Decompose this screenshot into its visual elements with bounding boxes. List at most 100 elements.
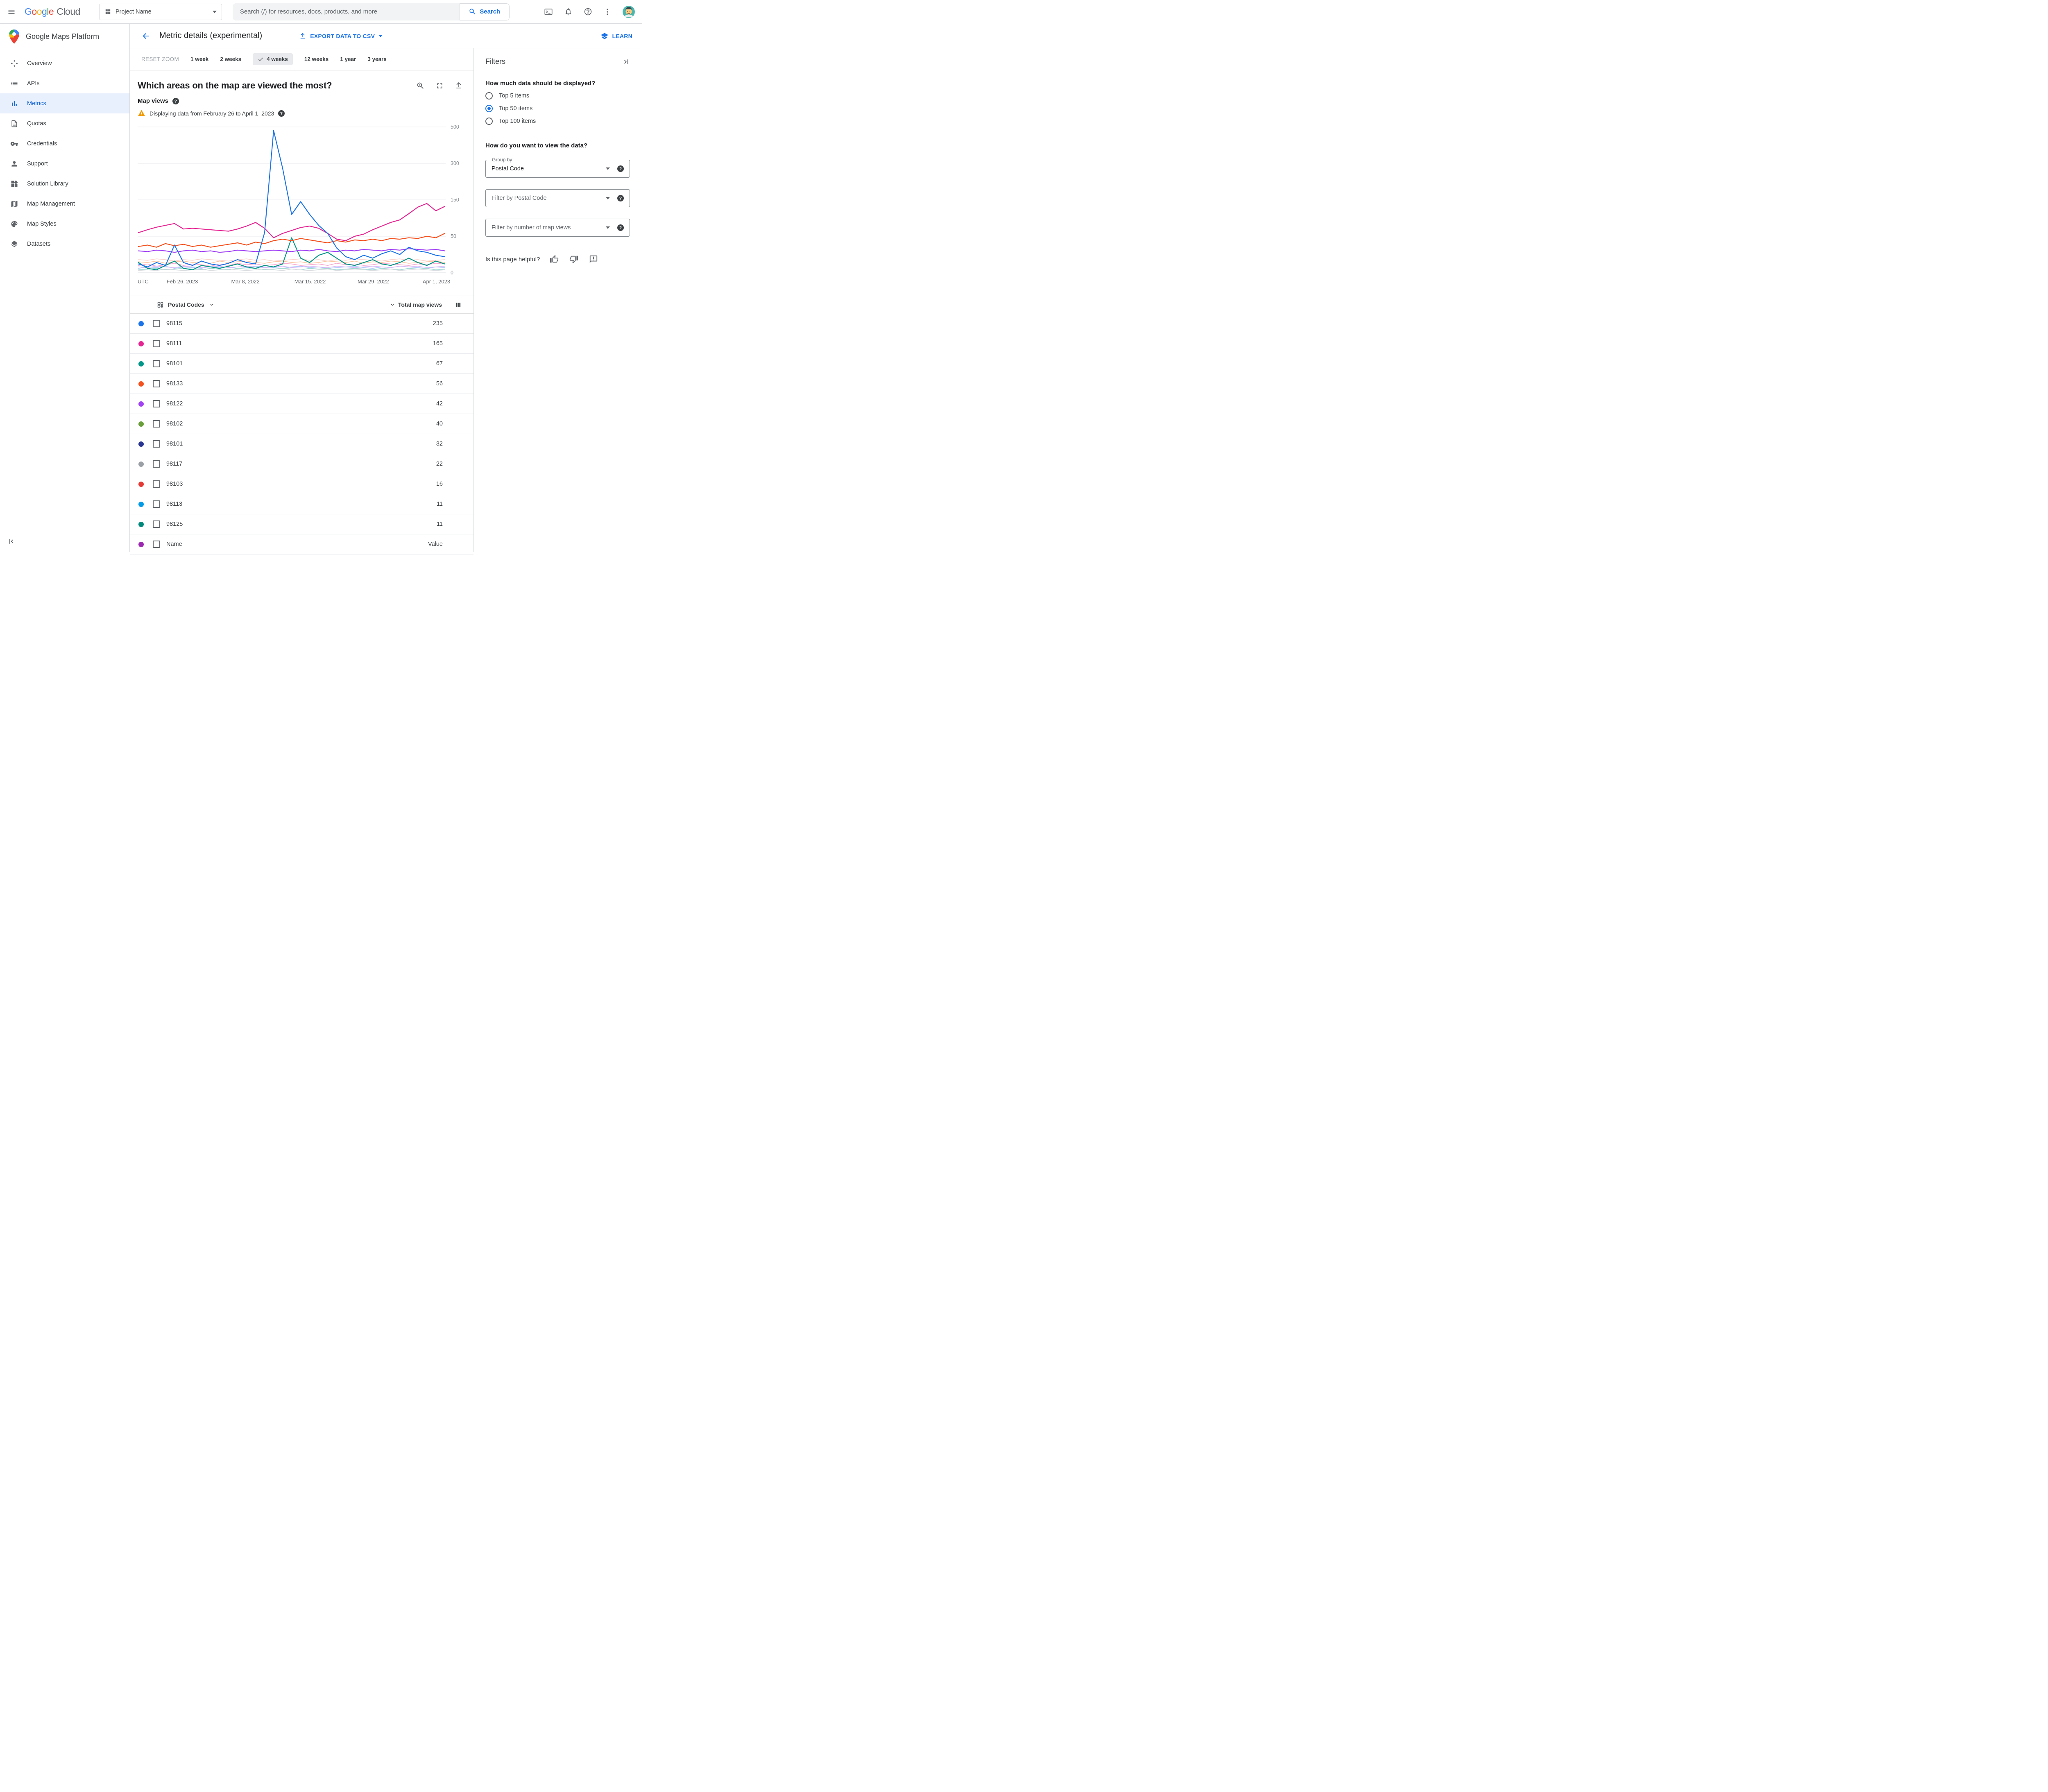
map-views-cell: 56 [436,380,443,387]
row-checkbox[interactable] [153,420,160,428]
project-selector[interactable]: Project Name [99,3,222,20]
sidebar-item-datasets[interactable]: Datasets [0,234,129,254]
zoom-option-12-weeks[interactable]: 12 weeks [304,56,328,62]
postal-filter-help-icon[interactable]: ? [617,195,624,201]
map-views-filter-select[interactable]: Filter by number of map views ? [485,219,630,237]
zoom-option-3-years[interactable]: 3 years [367,56,387,62]
row-checkbox[interactable] [153,400,160,407]
map-views-cell: 40 [436,421,443,427]
row-checkbox[interactable] [153,360,160,367]
radio-option-top-5-items[interactable]: Top 5 items [485,89,630,102]
search-input[interactable] [232,3,460,20]
map-views-cell: 165 [433,340,443,347]
sidebar-item-overview[interactable]: Overview [0,53,129,73]
cloud-shell-button[interactable] [544,7,553,16]
chart-export-button[interactable] [455,81,463,90]
hamburger-menu-button[interactable] [7,8,16,16]
reset-zoom-button[interactable]: RESET ZOOM [141,56,179,62]
table-row: 98122 42 [130,394,473,414]
collapse-filters-button[interactable] [622,58,630,66]
series-color-dot [138,401,144,407]
group-by-select[interactable]: Group by Postal Code ? [485,157,630,178]
collapse-sidebar-button[interactable] [7,537,16,545]
sidebar-item-map-management[interactable]: Map Management [0,194,129,214]
warning-text: Displaying data from February 26 to Apri… [150,110,274,117]
notifications-button[interactable] [564,7,573,16]
row-checkbox[interactable] [153,460,160,468]
thumb-down-button[interactable] [569,255,578,264]
postal-code-cell: 98115 [166,320,183,327]
thumb-up-button[interactable] [550,255,559,264]
sidebar-item-apis[interactable]: APIs [0,73,129,93]
sort-column-header[interactable]: Total map views [389,301,442,308]
send-feedback-button[interactable] [589,255,598,264]
zoom-option-4-weeks[interactable]: 4 weeks [253,53,293,65]
chart-svg[interactable] [138,121,446,276]
radio-icon[interactable] [485,92,493,100]
group-by-label: Group by [490,157,514,163]
y-axis-tick: 0 [451,270,453,276]
chart-zoom-button[interactable] [416,81,425,90]
line-chart: 0 50 150 300 500 [138,121,463,277]
row-checkbox[interactable] [153,541,160,548]
search-button[interactable]: Search [459,3,510,20]
zoom-option-1-year[interactable]: 1 year [340,56,356,62]
table-row: 98103 16 [130,474,473,494]
sidebar-item-quotas[interactable]: Quotas [0,113,129,133]
upload-icon [456,82,461,88]
help-icon [584,8,592,16]
sidebar-item-map-styles[interactable]: Map Styles [0,214,129,234]
sidebar-item-credentials[interactable]: Credentials [0,133,129,154]
radio-icon[interactable] [485,117,493,125]
row-checkbox[interactable] [153,320,160,327]
product-title: Google Maps Platform [26,32,100,41]
filters-panel: Filters How much data should be displaye… [473,48,642,552]
row-checkbox[interactable] [153,340,160,347]
zoom-option-1-week[interactable]: 1 week [190,56,208,62]
sidebar-item-metrics[interactable]: Metrics [0,93,129,113]
column-settings-button[interactable] [455,301,461,308]
map-views-cell: 32 [436,441,443,447]
google-maps-platform-logo [9,29,19,44]
row-checkbox[interactable] [153,500,160,508]
zoom-option-2-weeks[interactable]: 2 weeks [220,56,241,62]
y-axis-tick: 500 [451,124,459,130]
row-checkbox[interactable] [153,380,160,387]
back-button[interactable] [141,32,150,41]
page-feedback: Is this page helpful? [485,255,630,264]
row-checkbox[interactable] [153,480,160,488]
datasets-icon [10,240,18,248]
map-views-cell: 11 [436,521,443,527]
group-by-help-icon[interactable]: ? [617,165,624,172]
row-checkbox[interactable] [153,440,160,448]
series-color-dot [138,341,144,346]
warning-help-icon[interactable]: ? [278,110,285,117]
help-button[interactable] [584,7,592,16]
sidebar: Google Maps Platform Overview APIs Metrics… [0,24,130,552]
radio-icon[interactable] [485,104,493,112]
postal-code-cell: 98111 [166,340,182,347]
chart-fullscreen-button[interactable] [435,81,444,90]
learn-link[interactable]: LEARN [600,32,632,40]
page-title: Metric details (experimental) [159,31,263,40]
postal-code-filter-select[interactable]: Filter by Postal Code ? [485,189,630,207]
postal-code-filter-placeholder: Filter by Postal Code [492,195,547,201]
quotas-icon [10,120,18,128]
group-by-column-header[interactable]: Postal Codes [157,301,215,308]
radio-option-top-100-items[interactable]: Top 100 items [485,115,630,127]
x-axis-tick: Feb 26, 2023 [166,278,198,285]
google-cloud-logo: Google Cloud [25,6,80,17]
sidebar-item-support[interactable]: Support [0,154,129,174]
row-checkbox[interactable] [153,520,160,528]
radio-option-top-50-items[interactable]: Top 50 items [485,102,630,115]
sidebar-item-solution-library[interactable]: Solution Library [0,174,129,194]
project-selector-label: Project Name [115,8,152,15]
bell-icon [565,8,571,16]
x-axis-tick: Mar 15, 2022 [294,278,326,285]
export-csv-button[interactable]: EXPORT DATA TO CSV [299,32,383,40]
views-filter-help-icon[interactable]: ? [617,224,624,231]
more-options-button[interactable] [603,8,612,16]
avatar[interactable] [623,5,635,18]
y-axis-tick: 150 [451,197,459,203]
metric-help-icon[interactable]: ? [172,97,179,104]
